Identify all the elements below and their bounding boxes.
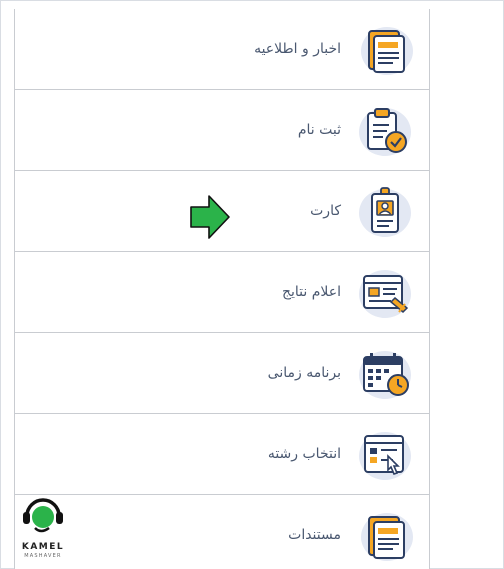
green-arrow-icon (189, 194, 231, 240)
menu-item-label: اعلام نتایج (281, 284, 341, 300)
brand-watermark: KAMEL MASHAVER (15, 490, 71, 565)
menu-item-results[interactable]: اعلام نتایج (15, 252, 429, 333)
results-document-icon (355, 262, 415, 322)
headset-logo-icon (15, 490, 71, 540)
menu-item-label: ثبت نام (297, 122, 341, 138)
page-frame: اخبار و اطلاعیه ثبت نام کارت اعلام نتایج… (0, 0, 504, 569)
menu-item-label: اخبار و اطلاعیه (254, 41, 341, 57)
menu-item-news[interactable]: اخبار و اطلاعیه (15, 9, 429, 90)
menu-item-field-selection[interactable]: انتخاب رشته (15, 414, 429, 495)
calendar-clock-icon (355, 343, 415, 403)
newspaper-icon (355, 19, 415, 79)
menu-item-schedule[interactable]: برنامه زمانی (15, 333, 429, 414)
menu-item-registration[interactable]: ثبت نام (15, 90, 429, 171)
menu-item-label: انتخاب رشته (267, 446, 341, 462)
services-menu: اخبار و اطلاعیه ثبت نام کارت اعلام نتایج… (14, 9, 430, 569)
documents-icon (355, 505, 415, 565)
field-selection-icon (355, 424, 415, 484)
brand-name: KAMEL (21, 542, 65, 552)
menu-item-documents[interactable]: مستندات (15, 495, 429, 569)
menu-item-label: کارت (310, 203, 341, 219)
clipboard-check-icon (355, 100, 415, 160)
menu-item-label: مستندات (288, 527, 341, 543)
id-card-icon (355, 181, 415, 241)
menu-item-label: برنامه زمانی (267, 365, 341, 381)
brand-subtitle: MASHAVER (24, 553, 62, 559)
